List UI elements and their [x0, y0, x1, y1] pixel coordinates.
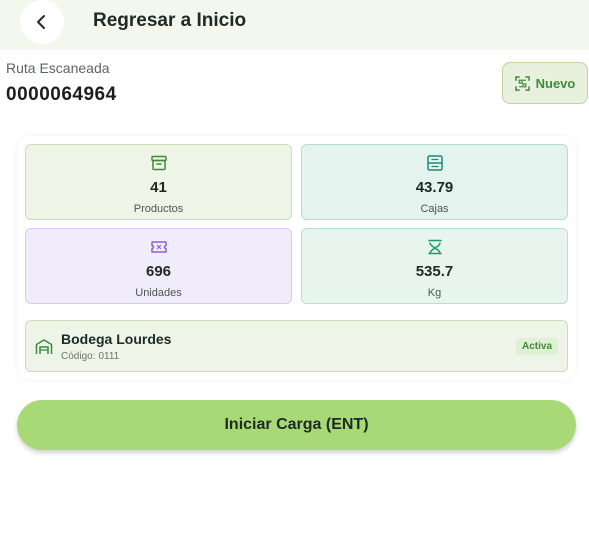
warehouse-code-label: Código:: [61, 351, 96, 362]
warehouse-name: Bodega Lourdes: [61, 331, 172, 347]
stat-value-weight: 535.7: [415, 263, 454, 280]
warehouse-card: Bodega Lourdes Código: 0111 Activa: [25, 320, 568, 372]
chevron-left-icon: [37, 15, 45, 29]
route-label: Ruta Escaneada: [6, 60, 110, 76]
stat-card-units: 696 Unidades: [25, 228, 292, 304]
route-number: 0000064964: [6, 84, 117, 105]
summary-panel: 41 Productos 43.79 Cajas 696 Unidades 53…: [17, 136, 576, 380]
stat-label-boxes: Cajas: [420, 203, 449, 215]
ticket-icon: [150, 241, 167, 253]
scan-qr-icon: [514, 75, 530, 91]
start-loading-button[interactable]: Iniciar Carga (ENT): [17, 400, 576, 450]
app-header: Regresar a Inicio: [0, 0, 589, 50]
warehouse-code: 0111: [98, 351, 120, 362]
stat-value-products: 41: [150, 179, 167, 196]
new-scan-label: Nuevo: [535, 75, 576, 91]
scanned-route-card: Ruta Escaneada 0000064964 Nuevo: [0, 50, 589, 116]
stat-card-products: 41 Productos: [25, 144, 292, 220]
stat-card-weight: 535.7 Kg: [301, 228, 568, 304]
warehouse-code-line: Código: 0111: [61, 351, 119, 362]
new-scan-button[interactable]: Nuevo: [502, 62, 588, 104]
scale-icon: [427, 239, 442, 255]
back-button[interactable]: [20, 0, 64, 44]
stat-label-products: Productos: [133, 203, 184, 215]
stat-value-boxes: 43.79: [415, 179, 454, 196]
stat-label-weight: Kg: [427, 287, 442, 299]
boxes-icon: [426, 155, 443, 171]
warehouse-icon: [35, 339, 53, 354]
stat-value-units: 696: [145, 263, 172, 280]
stat-label-units: Unidades: [135, 287, 182, 299]
status-badge: Activa: [516, 338, 559, 355]
page-title[interactable]: Regresar a Inicio: [93, 10, 246, 32]
stat-card-boxes: 43.79 Cajas: [301, 144, 568, 220]
archive-box-icon: [150, 155, 167, 171]
